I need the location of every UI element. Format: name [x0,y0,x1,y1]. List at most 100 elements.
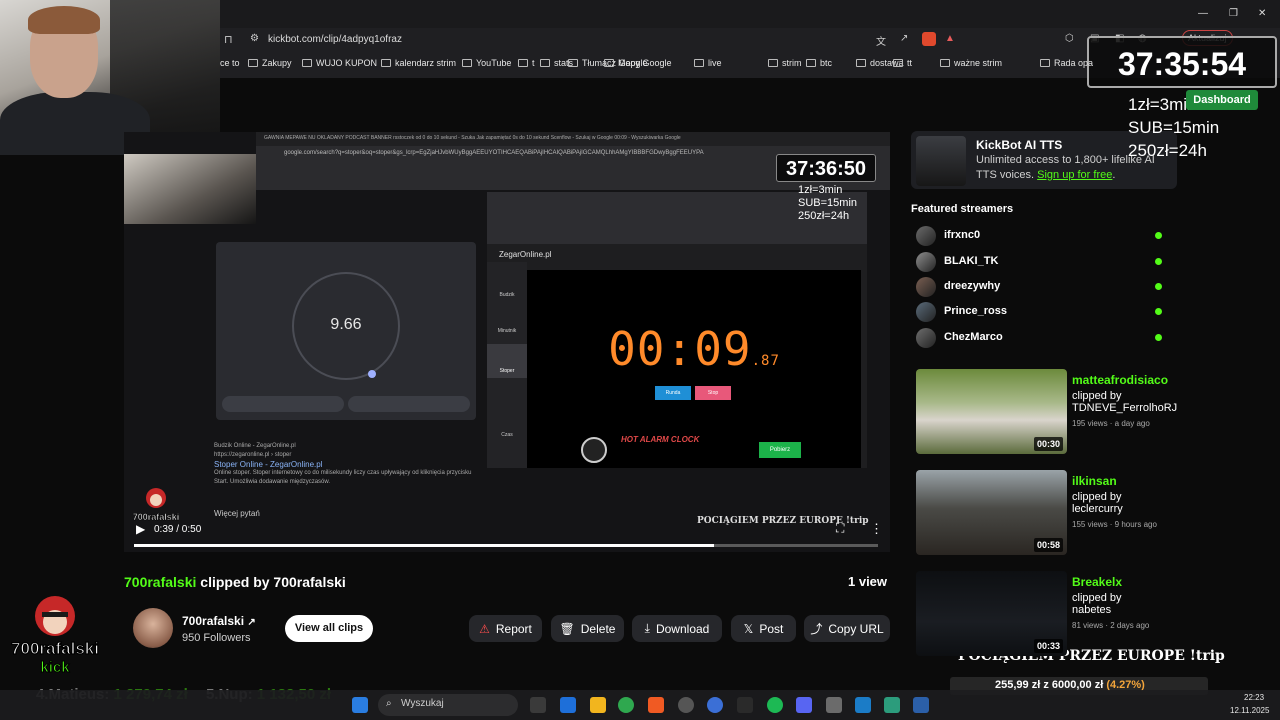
fullscreen-icon[interactable]: ⛶ [836,521,844,536]
clip-clipped-by: clipped by nabetes [1072,592,1122,616]
chrome-icon[interactable] [618,697,634,713]
featured-streamer-item[interactable]: BLAKI_TK [916,252,1166,272]
brave-shield-icon[interactable] [922,32,936,46]
folder-icon [604,59,614,67]
featured-streamer-item[interactable]: Prince_ross [916,302,1166,322]
bookmark-icon[interactable]: ⊓ [224,33,233,46]
video-side-stoper-label: Stoper [499,368,515,374]
view-all-clips-button[interactable]: View all clips [285,615,373,642]
video-stopwatch-dot [368,370,376,378]
related-clip-card[interactable]: 00:33 Breakelx clipped by nabetes 81 views ·… [916,571,1176,656]
translate-icon[interactable]: 文 [876,33,886,48]
featured-streamer-item[interactable]: ChezMarco [916,328,1166,348]
bookmark-item[interactable]: Mapy Google [604,58,672,68]
featured-streamer-item[interactable]: ifrxnc0 [916,226,1166,246]
clip-streamer[interactable]: matteafrodisiaco [1072,373,1168,387]
bookmark-item[interactable]: Zakupy [248,58,292,68]
bookmark-item[interactable]: WUJO KUPON [302,58,377,68]
overlay-rate-2: SUB=15min [1128,118,1220,137]
channel-name-link[interactable]: 700rafalski ↗ [182,614,256,628]
taskbar-time[interactable]: 22:23 [1244,693,1264,702]
post-button[interactable]: 𝕏 Post [731,615,796,642]
taskbar-search[interactable] [378,694,518,716]
overlay-logo-name: 700rafalski [11,639,99,658]
file-explorer-icon[interactable] [590,697,606,713]
dashboard-button[interactable]: Dashboard [1186,90,1258,110]
more-options-icon[interactable]: ⋮ [870,521,883,537]
widgets-icon[interactable] [560,697,576,713]
discord-icon[interactable] [796,697,812,713]
streamer-avatar [916,302,936,322]
folder-icon [568,59,578,67]
taskbar-date[interactable]: 12.11.2025 [1230,706,1269,715]
copy-url-button[interactable]: ⤴ Copy URL [804,615,890,642]
close-window-button[interactable]: ✕ [1258,8,1266,19]
share-icon[interactable]: ↗ [900,33,908,44]
bookmark-item[interactable]: Rada opa [1040,58,1093,68]
terminal-icon[interactable] [737,697,753,713]
url-text[interactable]: kickbot.com/clip/4adpyq1ofraz [268,34,402,45]
bookmark-item[interactable]: YouTube [462,58,511,68]
clip-meta: 81 views · 2 days ago [1072,621,1150,630]
download-icon: ⤓ [644,621,650,635]
delete-button[interactable]: 🗑 Delete [551,615,624,642]
related-clip-card[interactable]: 00:30 matteafrodisiaco clipped by TDNEVE_Fe… [916,369,1177,454]
x-logo-icon: 𝕏 [743,621,754,636]
video-clock-ms: .87 [751,353,780,369]
clip-streamer[interactable]: Breakelx [1072,575,1122,589]
task-view-icon[interactable] [530,697,546,713]
folder-icon [806,59,816,67]
start-icon[interactable] [352,697,368,713]
site-info-icon[interactable]: ⚙ [250,33,259,44]
download-button[interactable]: ⤓ Download [632,615,722,642]
streamer-avatar [916,226,936,246]
clip-streamer-link[interactable]: 700rafalski [124,574,196,590]
video-download-ad-button: Pobierz [759,442,801,458]
folder-icon [248,59,258,67]
person-hair [28,6,100,34]
rewards-icon[interactable]: ▲ [945,33,955,44]
video-clock-main: 00:09 [608,322,752,376]
share-link-icon: ⤴ [810,622,823,636]
featured-streamer-item[interactable]: dreezywhy [916,277,1166,297]
bookmark-item[interactable]: strim [768,58,802,68]
bookmark-item[interactable]: live [694,58,722,68]
video-channel-logo: 700rafalski [132,488,180,522]
brave-icon[interactable] [648,697,664,713]
app5-icon[interactable] [913,697,929,713]
play-icon[interactable]: ▶ [136,522,145,536]
bookmark-item[interactable]: ce to [220,58,240,68]
app2-icon[interactable] [826,697,842,713]
video-search-result: Budzik Online - ZegarOnline.pl https://z… [214,442,474,518]
bookmark-label: WUJO KUPON [316,58,378,68]
bookmark-item[interactable]: tt [893,58,912,68]
live-indicator [1155,258,1162,265]
maximize-button[interactable]: ❐ [1229,8,1238,19]
clip-streamer[interactable]: ilkinsan [1072,474,1117,488]
tts-signup-link[interactable]: Sign up for free [1037,169,1112,181]
bookmark-label: strim [782,58,802,68]
app3-icon[interactable] [855,697,871,713]
app4-icon[interactable] [884,697,900,713]
clip-view-count: 1 view [848,574,888,589]
minimize-button[interactable]: — [1198,8,1208,19]
bookmark-item[interactable]: ważne strim [940,58,1002,68]
app-icon[interactable] [707,697,723,713]
related-clip-card[interactable]: 00:58 ilkinsan clipped by leclercurry 155 vi… [916,470,1176,555]
live-indicator [1155,283,1162,290]
bookmark-item[interactable]: kalendarz strim [381,58,456,68]
channel-avatar[interactable] [133,608,173,648]
bookmark-label: t [532,58,535,68]
bookmark-label: Zakupy [262,58,292,68]
trash-icon: 🗑 [559,621,575,636]
obs-icon[interactable] [678,697,694,713]
report-button[interactable]: ⚠ Report [469,615,542,642]
bookmark-item[interactable]: t [518,58,535,68]
clipped-by-label: clipped by [1072,491,1122,503]
bookmark-item[interactable]: btc [806,58,832,68]
clip-video-player[interactable]: GAWNIA MEPAWE NU OKLADANY PODCAST BANNER… [124,132,890,552]
spotify-icon[interactable] [767,697,783,713]
video-progress-bar[interactable] [134,544,878,547]
clip-clipped-by: clipped by TDNEVE_FerrolhoRJ [1072,390,1177,414]
extensions-icon[interactable]: ⬡ [1065,33,1074,44]
